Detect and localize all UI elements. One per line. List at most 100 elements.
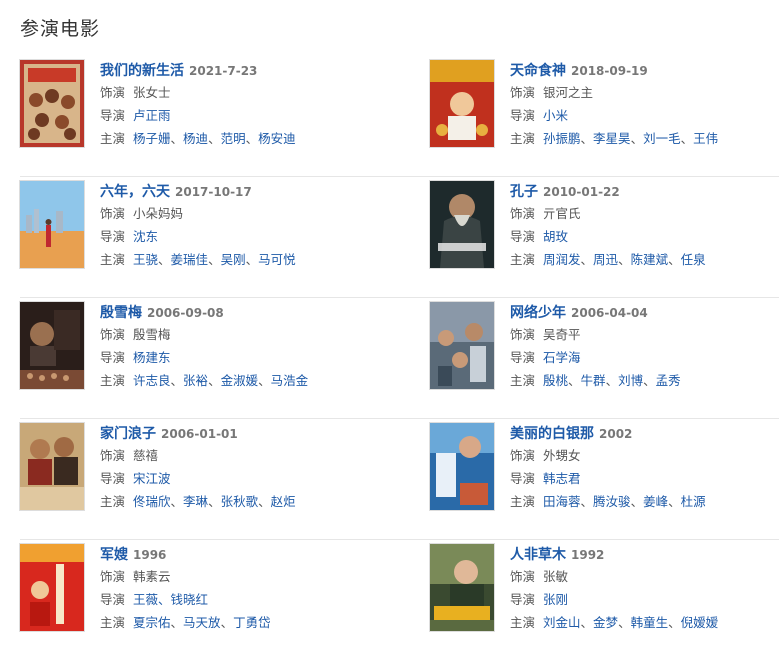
- movie-date: 1996: [133, 548, 167, 562]
- movie-poster[interactable]: [430, 181, 494, 268]
- cast-link[interactable]: 倪嫒嫒: [681, 615, 719, 630]
- cast-link[interactable]: 殷桃: [543, 373, 568, 388]
- cast-label: 主演: [510, 373, 536, 388]
- cast-link[interactable]: 杜源: [681, 494, 706, 509]
- movie-title-link[interactable]: 网络少年: [510, 305, 566, 321]
- director-label: 导演: [510, 350, 536, 365]
- cast-link[interactable]: 张秋歌: [221, 494, 259, 509]
- movie-card: 美丽的白银那 2002 饰演 外甥女 导演 韩志君 主演 田海蓉、腾汝骏、姜峰、杜源: [430, 419, 779, 540]
- cast-link[interactable]: 王伟: [693, 131, 718, 146]
- director-link[interactable]: 杨建东: [133, 350, 171, 365]
- cast-link[interactable]: 李琳: [183, 494, 208, 509]
- movie-date: 2021-7-23: [189, 64, 258, 78]
- role-name: 亓官氏: [543, 206, 581, 221]
- role-label: 饰演: [100, 448, 126, 463]
- movie-poster[interactable]: [20, 181, 84, 268]
- movie-date: 2006-09-08: [147, 306, 224, 320]
- cast-link[interactable]: 张裕: [183, 373, 208, 388]
- director-link[interactable]: 胡玫: [543, 229, 568, 244]
- director-link[interactable]: 沈东: [133, 229, 158, 244]
- cast-link[interactable]: 孙振鹏: [543, 131, 581, 146]
- cast-link[interactable]: 夏宗佑: [133, 615, 171, 630]
- cast-link[interactable]: 金梦: [593, 615, 618, 630]
- movie-date: 2017-10-17: [175, 185, 252, 199]
- cast-link[interactable]: 任泉: [681, 252, 706, 267]
- cast-label: 主演: [100, 373, 126, 388]
- role-label: 饰演: [510, 569, 536, 584]
- cast-link[interactable]: 金淑媛: [221, 373, 259, 388]
- movie-card: 人非草木 1992 饰演 张敏 导演 张刚 主演 刘金山、金梦、韩童生、倪嫒嫒: [430, 540, 779, 661]
- cast-link[interactable]: 刘博: [618, 373, 643, 388]
- director-link[interactable]: 小米: [543, 108, 568, 123]
- cast-link[interactable]: 周迅: [593, 252, 618, 267]
- director-label: 导演: [100, 592, 126, 607]
- director-link[interactable]: 王薇、钱晓红: [133, 592, 208, 607]
- role-name: 张女士: [133, 85, 171, 100]
- cast-link[interactable]: 孟秀: [656, 373, 681, 388]
- movie-title-link[interactable]: 孔子: [510, 184, 538, 200]
- movie-grid: 我们的新生活 2021-7-23 饰演 张女士 导演 卢正雨 主演 杨子姗、杨迪、范明、…: [20, 56, 779, 661]
- cast-link[interactable]: 姜峰: [643, 494, 668, 509]
- movie-title-link[interactable]: 六年，六天: [100, 184, 170, 200]
- director-link[interactable]: 石学海: [543, 350, 581, 365]
- role-label: 饰演: [100, 206, 126, 221]
- cast-label: 主演: [100, 615, 126, 630]
- movie-card: 孔子 2010-01-22 饰演 亓官氏 导演 胡玫 主演 周润发、周迅、陈建斌、任泉: [430, 177, 779, 298]
- movie-poster[interactable]: [430, 423, 494, 510]
- cast-link[interactable]: 马可悦: [258, 252, 296, 267]
- cast-link[interactable]: 杨迪: [183, 131, 208, 146]
- movie-poster[interactable]: [430, 302, 494, 389]
- cast-link[interactable]: 刘一毛: [643, 131, 681, 146]
- movie-poster[interactable]: [20, 544, 84, 631]
- cast-link[interactable]: 姜瑞佳: [171, 252, 209, 267]
- director-link[interactable]: 张刚: [543, 592, 568, 607]
- cast-label: 主演: [510, 615, 536, 630]
- movie-title-link[interactable]: 天命食神: [510, 63, 566, 79]
- director-label: 导演: [100, 471, 126, 486]
- movie-title-link[interactable]: 家门浪子: [100, 426, 156, 442]
- cast-link[interactable]: 田海蓉: [543, 494, 581, 509]
- movie-poster[interactable]: [20, 302, 84, 389]
- cast-link[interactable]: 牛群: [581, 373, 606, 388]
- cast-link[interactable]: 吴刚: [221, 252, 246, 267]
- cast-link[interactable]: 丁勇岱: [233, 615, 271, 630]
- movie-date: 2018-09-19: [571, 64, 648, 78]
- cast-link[interactable]: 马浩金: [271, 373, 309, 388]
- role-name: 小朵妈妈: [133, 206, 184, 221]
- director-link[interactable]: 卢正雨: [133, 108, 171, 123]
- director-label: 导演: [510, 229, 536, 244]
- role-name: 吴奇平: [543, 327, 581, 342]
- section-title: 参演电影: [20, 18, 101, 40]
- cast-link[interactable]: 范明: [221, 131, 246, 146]
- cast-label: 主演: [100, 252, 126, 267]
- movie-date: 1992: [571, 548, 605, 562]
- movie-title-link[interactable]: 美丽的白银那: [510, 426, 594, 442]
- director-link[interactable]: 宋江波: [133, 471, 171, 486]
- director-label: 导演: [510, 471, 536, 486]
- cast-link[interactable]: 腾汝骏: [593, 494, 631, 509]
- role-label: 饰演: [100, 327, 126, 342]
- cast-link[interactable]: 杨安迪: [258, 131, 296, 146]
- movie-poster[interactable]: [430, 60, 494, 147]
- cast-link[interactable]: 佟瑞欣: [133, 494, 171, 509]
- cast-link[interactable]: 韩童生: [631, 615, 669, 630]
- cast-link[interactable]: 王骁: [133, 252, 158, 267]
- movie-title-link[interactable]: 殷雪梅: [100, 305, 142, 321]
- cast-link[interactable]: 周润发: [543, 252, 581, 267]
- cast-link[interactable]: 刘金山: [543, 615, 581, 630]
- cast-link[interactable]: 李星昊: [593, 131, 631, 146]
- director-label: 导演: [100, 229, 126, 244]
- movie-poster[interactable]: [430, 544, 494, 631]
- cast-link[interactable]: 陈建斌: [631, 252, 669, 267]
- director-link[interactable]: 韩志君: [543, 471, 581, 486]
- movie-title-link[interactable]: 军嫂: [100, 547, 128, 563]
- movie-poster[interactable]: [20, 423, 84, 510]
- cast-link[interactable]: 杨子姗: [133, 131, 171, 146]
- cast-link[interactable]: 许志良: [133, 373, 171, 388]
- movie-title-link[interactable]: 我们的新生活: [100, 63, 184, 79]
- movie-title-link[interactable]: 人非草木: [510, 547, 566, 563]
- cast-link[interactable]: 赵炬: [271, 494, 296, 509]
- cast-link[interactable]: 马天放: [183, 615, 221, 630]
- movie-poster[interactable]: [20, 60, 84, 147]
- director-label: 导演: [100, 350, 126, 365]
